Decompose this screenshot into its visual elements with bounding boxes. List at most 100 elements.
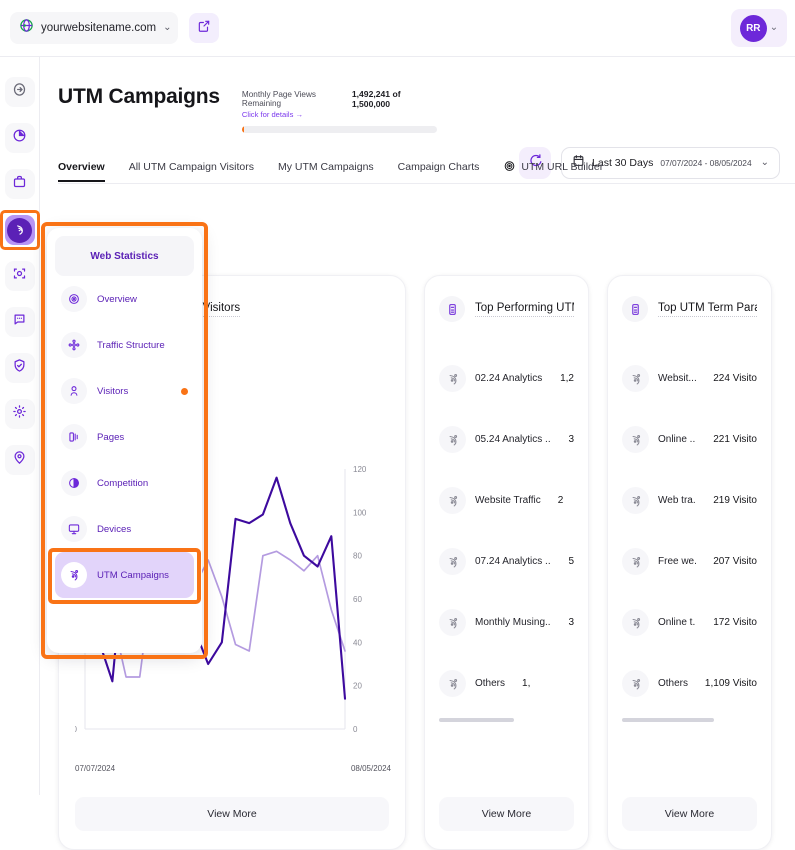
top-performing-header: Top Performing UTM ...	[439, 296, 574, 322]
list-item[interactable]: 02.24 Analytics ...1,2	[439, 348, 574, 409]
page-header: UTM Campaigns Monthly Page Views Remaini…	[40, 57, 795, 133]
utm-campaigns-icon	[439, 487, 466, 514]
visitors-person-icon	[61, 378, 87, 404]
utm-campaigns-icon	[439, 609, 466, 636]
dropdown-item-traffic-structure[interactable]: Traffic Structure	[55, 322, 194, 368]
rail-item-target-scan[interactable]	[5, 261, 35, 291]
list-item-value: 2	[558, 495, 564, 506]
utm-campaigns-icon	[622, 548, 649, 575]
dropdown-item-overview[interactable]: Overview	[55, 276, 194, 322]
list-item-name: 07.24 Analytics ...	[475, 556, 551, 567]
dropdown-item-utm-campaigns[interactable]: UTM Campaigns	[55, 552, 194, 598]
dropdown-item-label: Overview	[97, 294, 137, 305]
list-item-name: Others	[475, 678, 505, 689]
list-item[interactable]: Online ...221 Visito	[622, 409, 757, 470]
rail-item-location[interactable]	[5, 445, 35, 475]
list-item-name: 02.24 Analytics ...	[475, 373, 543, 384]
overview-target-icon	[61, 286, 87, 312]
avatar-chevron-down-icon[interactable]: ⌄	[770, 23, 778, 33]
utm-campaigns-icon	[439, 548, 466, 575]
icon-rail	[0, 57, 40, 795]
utm-target-icon	[503, 159, 516, 175]
list-item-name: Free we...	[658, 556, 696, 567]
rail-item-chat[interactable]	[5, 307, 35, 337]
rail-item-dashboard-add[interactable]	[5, 77, 35, 107]
list-item[interactable]: 05.24 Analytics ... 3	[439, 409, 574, 470]
svg-text:0: 0	[353, 725, 358, 734]
top-performing-view-more-button[interactable]: View More	[439, 797, 574, 831]
list-item[interactable]: Free we...207 Visito	[622, 531, 757, 592]
devices-monitor-icon	[61, 516, 87, 542]
utm-campaigns-icon	[439, 426, 466, 453]
user-menu[interactable]: RR ⌄	[731, 9, 787, 47]
chevron-down-icon[interactable]: ⌄	[163, 23, 171, 33]
globe-icon	[19, 18, 34, 38]
tab-campaign-charts-label: Campaign Charts	[398, 161, 480, 173]
avatar: RR	[740, 15, 767, 42]
dropdown-item-visitors[interactable]: Visitors	[55, 368, 194, 414]
list-item-name: Others	[658, 678, 688, 689]
list-item[interactable]: Others1,	[439, 653, 574, 714]
list-item[interactable]: 07.24 Analytics ... 5	[439, 531, 574, 592]
rail-item-briefcase[interactable]	[5, 169, 35, 199]
pie-chart-icon	[12, 128, 27, 148]
dropdown-item-label: Traffic Structure	[97, 340, 165, 351]
dropdown-item-competition[interactable]: Competition	[55, 460, 194, 506]
top-term-list: Websit...224 VisitoOnline ...221 VisitoW…	[622, 348, 757, 714]
dropdown-item-label: UTM Campaigns	[97, 570, 169, 581]
list-item[interactable]: Websit...224 Visito	[622, 348, 757, 409]
utm-campaigns-icon	[439, 670, 466, 697]
dropdown-item-pages[interactable]: Pages	[55, 414, 194, 460]
quota-details-link[interactable]: Click for details →	[242, 110, 437, 119]
top-term-view-more-button[interactable]: View More	[622, 797, 757, 831]
list-item[interactable]: Online t...172 Visito	[622, 592, 757, 653]
list-item-name: 05.24 Analytics ...	[475, 434, 551, 445]
rail-item-pie-chart[interactable]	[5, 123, 35, 153]
top-performing-horizontal-scrollbar[interactable]	[439, 718, 514, 722]
rail-item-shield-check[interactable]	[5, 353, 35, 383]
chart-card-view-more-button[interactable]: View More	[75, 797, 389, 831]
list-item-value: 5	[568, 556, 574, 567]
top-performing-list: 02.24 Analytics ...1,205.24 Analytics ..…	[439, 348, 574, 714]
quota-progress-bar	[242, 126, 437, 133]
top-term-title: Top UTM Term Para...	[658, 302, 757, 317]
notification-dot	[181, 388, 188, 395]
site-selector[interactable]: yourwebsitename.com ⌄	[10, 12, 178, 44]
list-item[interactable]: Monthly Musing...3	[439, 592, 574, 653]
rail-item-settings[interactable]	[5, 399, 35, 429]
external-link-icon	[197, 19, 211, 38]
list-card-icon	[622, 296, 648, 322]
dropdown-item-label: Pages	[97, 432, 124, 443]
list-item[interactable]: Website Traffic 2	[439, 470, 574, 531]
list-item-name: Online t...	[658, 617, 696, 628]
top-bar: yourwebsitename.com ⌄ RR ⌄	[0, 0, 795, 57]
web-statistics-dropdown: Web Statistics OverviewTraffic Structure…	[47, 228, 202, 653]
date-range-dates: 07/07/2024 - 08/05/2024	[660, 158, 751, 168]
external-link-button[interactable]	[189, 13, 219, 43]
date-chevron-down-icon[interactable]: ⌄	[761, 158, 769, 168]
top-term-horizontal-scrollbar[interactable]	[622, 718, 714, 722]
tab-utm-url-builder[interactable]: UTM URL Builder	[503, 159, 603, 183]
tab-all-utm-campaign-visitors[interactable]: All UTM Campaign Visitors	[129, 161, 254, 181]
location-pin-icon	[12, 450, 27, 470]
tab-overview-label: Overview	[58, 161, 105, 173]
tab-campaign-charts[interactable]: Campaign Charts	[398, 161, 480, 181]
tab-all-utm-campaign-visitors-label: All UTM Campaign Visitors	[129, 161, 254, 173]
rail-item-analytics[interactable]	[5, 215, 35, 245]
list-item-value: 3	[568, 434, 574, 445]
dropdown-item-devices[interactable]: Devices	[55, 506, 194, 552]
list-item[interactable]: Web tra...219 Visito	[622, 470, 757, 531]
svg-text:120: 120	[353, 465, 367, 474]
list-item[interactable]: Others1,109 Visito	[622, 653, 757, 714]
page-title: UTM Campaigns	[58, 85, 220, 109]
list-item-name: Monthly Musing...	[475, 617, 551, 628]
svg-text:40: 40	[353, 638, 362, 647]
svg-text:60: 60	[353, 595, 362, 604]
utm-campaigns-icon	[622, 609, 649, 636]
dropdown-item-label: Devices	[97, 524, 131, 535]
svg-text:20: 20	[353, 682, 362, 691]
list-item-name: Website Traffic	[475, 495, 541, 506]
tab-overview[interactable]: Overview	[58, 161, 105, 181]
tab-my-utm-campaigns[interactable]: My UTM Campaigns	[278, 161, 374, 181]
pages-icon	[61, 424, 87, 450]
